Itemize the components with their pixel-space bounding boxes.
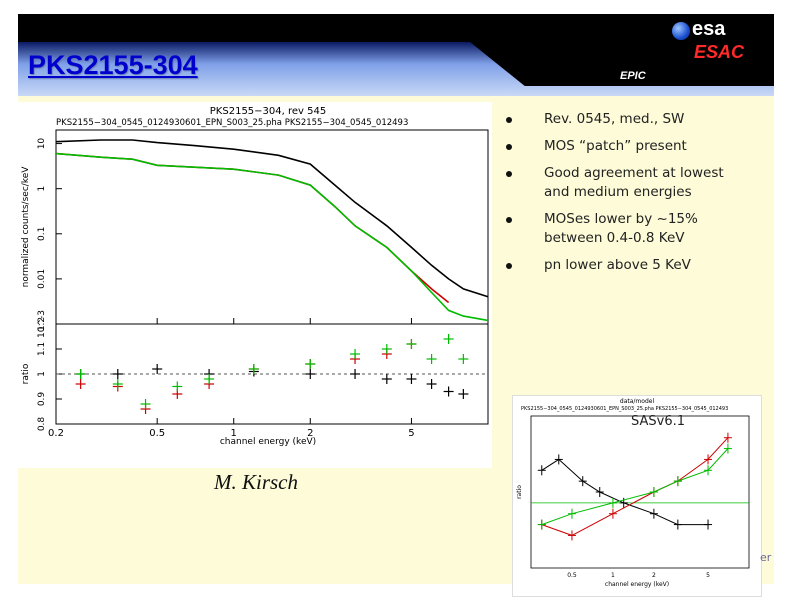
logo-text: esa bbox=[692, 18, 726, 40]
spectrum-series-line bbox=[55, 139, 489, 298]
chart-subtitle: PKS2155−304_0545_0124930601_EPN_S003_25.… bbox=[56, 118, 408, 128]
bullet-item: Good agreement at lowest and medium ener… bbox=[500, 164, 740, 202]
inset-x-tick-label: 5 bbox=[706, 572, 710, 579]
x-tick-label: 1 bbox=[231, 428, 237, 439]
ratio-tick-label: 0.9 bbox=[37, 392, 47, 407]
x-tick-label: 0.5 bbox=[149, 428, 165, 439]
bullet-dot bbox=[506, 171, 512, 177]
author-name: M. Kirsch bbox=[214, 470, 298, 494]
inset-x-tick-label: 2 bbox=[652, 572, 656, 579]
slide-title: PKS2155-304 bbox=[28, 50, 198, 80]
org-label: ESAC bbox=[694, 42, 745, 62]
inset-series-line bbox=[541, 437, 729, 536]
bullet-item: MOS “patch” present bbox=[500, 137, 740, 156]
inset-series-line bbox=[541, 448, 729, 526]
bullet-list: Rev. 0545, med., SW MOS “patch” present … bbox=[500, 110, 740, 283]
spectrum-figure: PKS2155−304, rev 545 PKS2155−304_0545_01… bbox=[18, 102, 492, 468]
inset-title: data/model bbox=[620, 398, 655, 405]
bullet-item: Rev. 0545, med., SW bbox=[500, 110, 740, 129]
bullet-item: pn lower above 5 KeV bbox=[500, 256, 740, 275]
ratio-axis-label: ratio bbox=[21, 363, 31, 384]
x-tick-label: 0.2 bbox=[48, 428, 64, 439]
ratio-tick-label: 1 bbox=[37, 371, 47, 377]
bullet-dot bbox=[506, 263, 512, 269]
inset-x-label: channel energy (keV) bbox=[605, 581, 669, 588]
inset-frame bbox=[530, 415, 750, 569]
bullet-dot bbox=[506, 117, 512, 123]
cut-text: er bbox=[760, 551, 772, 564]
inset-figure: data/model PKS2155−304_0545_0124930601_E… bbox=[512, 395, 762, 597]
inset-subtitle: PKS2155−304_0545_0124930601_EPN_S003_25.… bbox=[521, 406, 728, 412]
y-axis-label: normalized counts/sec/keV bbox=[21, 166, 31, 288]
ratio-tick-label: 1.1 bbox=[37, 342, 47, 356]
chart-title: PKS2155−304, rev 545 bbox=[210, 106, 326, 117]
y-tick-label: 0.01 bbox=[37, 269, 47, 289]
slide: PKS2155-304 esa ESAC EPIC PKS2155−304, r… bbox=[0, 0, 792, 612]
globe-icon bbox=[672, 22, 690, 40]
ratio-tick-label: 0.8 bbox=[37, 417, 47, 432]
section-label: EPIC bbox=[620, 70, 646, 82]
inset-y-label: ratio bbox=[516, 485, 523, 499]
y-tick-label: 10 bbox=[37, 138, 47, 150]
x-tick-label: 2 bbox=[307, 428, 313, 439]
spectrum-chart: PKS2155−304, rev 545 PKS2155−304_0545_01… bbox=[21, 106, 489, 447]
spectrum-series-line bbox=[55, 152, 489, 322]
esa-logo: esa ESAC bbox=[672, 18, 772, 70]
bullet-dot bbox=[506, 217, 512, 223]
y-tick-label: 1 bbox=[37, 186, 47, 192]
inset-series-line bbox=[541, 458, 708, 526]
version-label: SASv6.1 bbox=[631, 414, 686, 429]
bullet-item: MOSes lower by ~15% between 0.4-0.8 KeV bbox=[500, 210, 740, 248]
ratio-tick-label: 1.2 bbox=[37, 317, 47, 331]
x-tick-label: 5 bbox=[408, 428, 414, 439]
bullet-dot bbox=[506, 144, 512, 150]
inset-x-tick-label: 0.5 bbox=[567, 572, 577, 579]
y-tick-label: 0.1 bbox=[37, 227, 47, 241]
inset-x-tick-label: 1 bbox=[611, 572, 615, 579]
